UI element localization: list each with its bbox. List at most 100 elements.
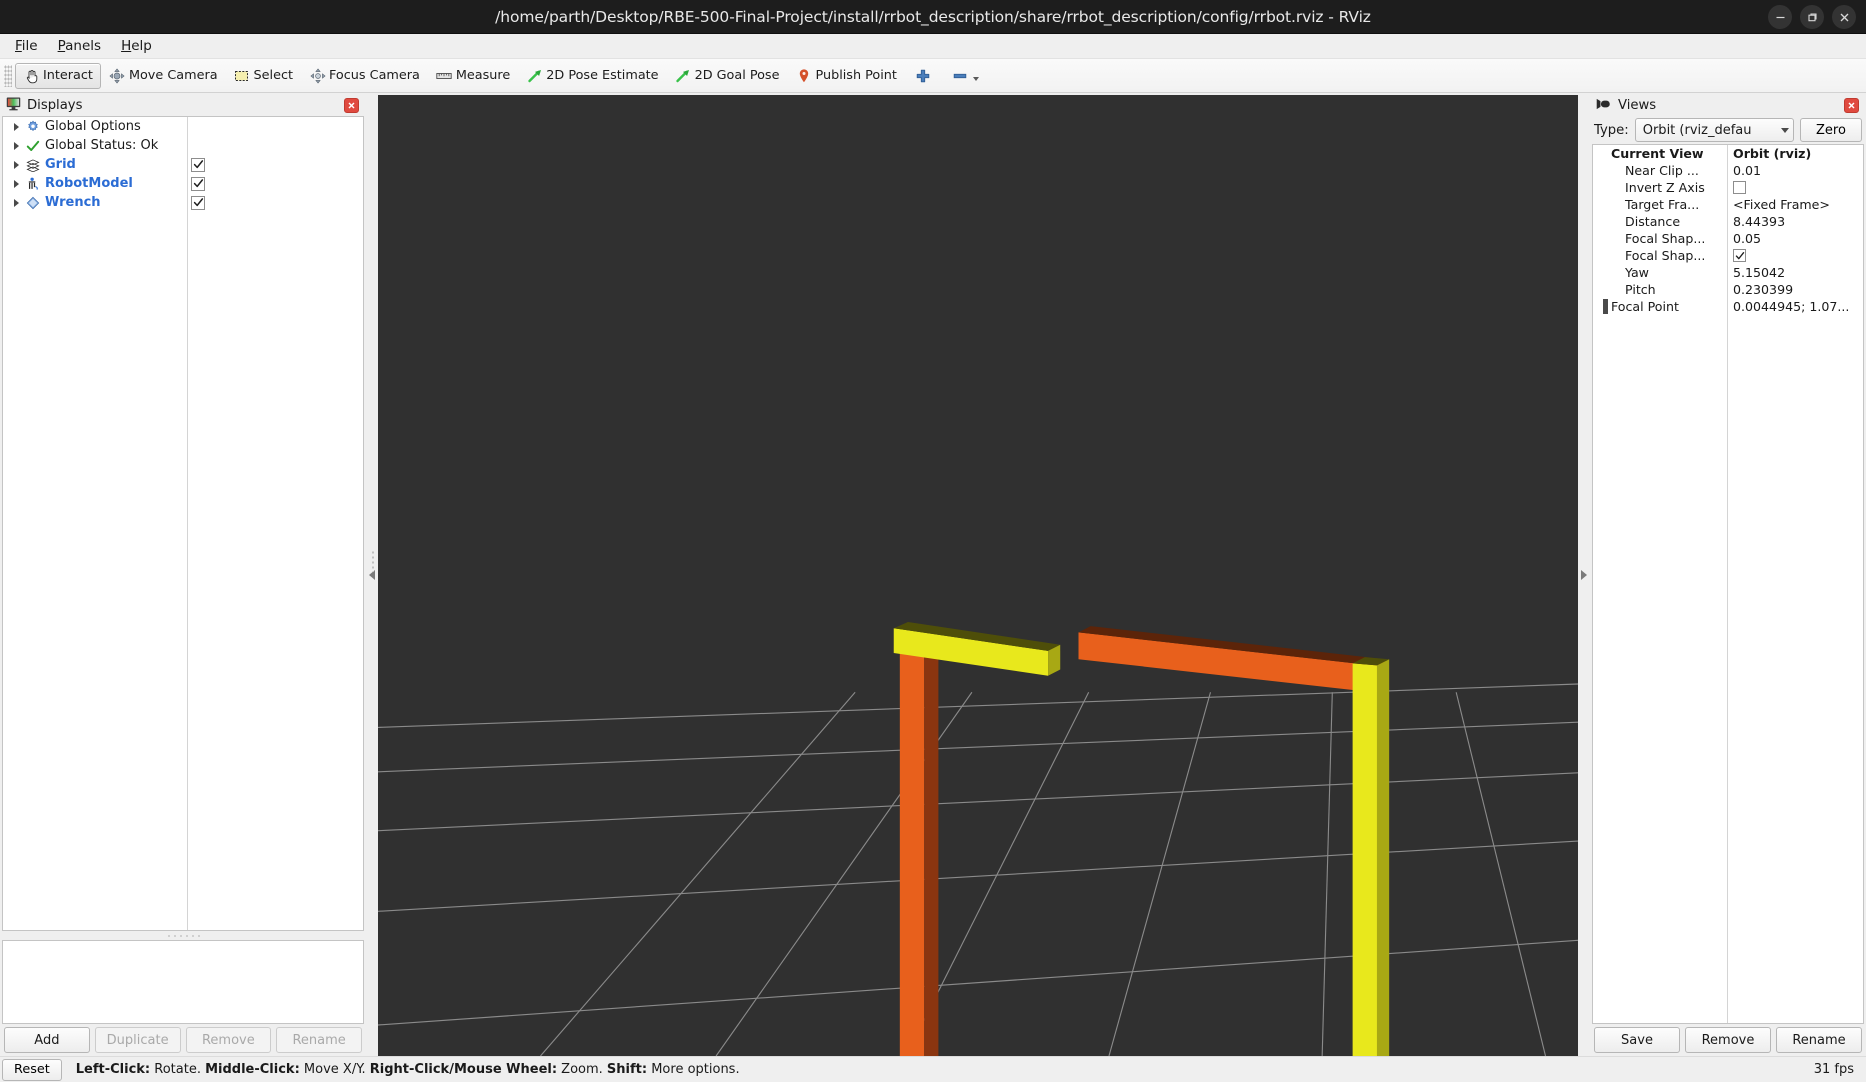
tree-item-global-status[interactable]: Global Status: Ok	[3, 136, 363, 155]
menu-file[interactable]: File	[6, 36, 47, 56]
focal-shape-fixed-checkbox[interactable]	[1733, 249, 1746, 262]
tool-publish-point[interactable]: Publish Point	[787, 63, 904, 89]
tree-item-label: Wrench	[45, 195, 101, 210]
grid-layers-icon	[23, 158, 42, 172]
tree-item-label: RobotModel	[45, 176, 133, 191]
views-row-key: Current View	[1593, 146, 1727, 161]
remove-view-button[interactable]: Remove	[1685, 1027, 1771, 1053]
right-panel-splitter[interactable]	[1578, 93, 1590, 1056]
reset-button[interactable]: Reset	[2, 1058, 62, 1081]
expand-arrow-icon[interactable]	[9, 122, 23, 131]
add-tool-button[interactable]	[905, 63, 942, 89]
tree-item-checkbox[interactable]	[191, 157, 205, 172]
plus-icon	[915, 67, 932, 84]
displays-panel-header: Displays	[2, 95, 364, 116]
remove-display-button[interactable]: Remove	[185, 1027, 272, 1053]
3d-viewport[interactable]	[378, 95, 1578, 1056]
tool-measure[interactable]: Measure	[428, 63, 518, 89]
rename-view-button[interactable]: Rename	[1776, 1027, 1862, 1053]
views-button-row: Save Remove Rename	[1592, 1024, 1864, 1056]
expand-arrow-icon[interactable]	[9, 179, 23, 188]
rename-display-button[interactable]: Rename	[276, 1027, 362, 1053]
display-properties-box[interactable]	[2, 940, 364, 1024]
menu-help[interactable]: Help	[112, 36, 161, 56]
hint-right-click: Right-Click/Mouse Wheel:	[369, 1062, 558, 1077]
toolbar-grip[interactable]	[4, 64, 12, 87]
views-row-near-clip[interactable]: Near Clip ... 0.01	[1593, 162, 1863, 179]
minimize-icon[interactable]	[1768, 5, 1792, 29]
tree-item-checkbox[interactable]	[191, 195, 205, 210]
views-row-focal-shape-size[interactable]: Focal Shap... 0.05	[1593, 230, 1863, 247]
expand-arrow-icon[interactable]	[9, 198, 23, 207]
expand-arrow-icon[interactable]	[9, 160, 23, 169]
zero-button[interactable]: Zero	[1800, 118, 1862, 142]
robot-link-orange-vertical	[899, 646, 925, 1056]
views-panel-header: Views	[1592, 95, 1864, 116]
views-row-target-frame[interactable]: Target Fra... <Fixed Frame>	[1593, 196, 1863, 213]
close-panel-icon[interactable]	[344, 98, 359, 113]
views-row-value: 5.15042	[1733, 265, 1786, 280]
displays-splitter[interactable]	[2, 931, 364, 940]
chevron-down-icon[interactable]	[972, 77, 979, 81]
tool-select[interactable]: Select	[226, 63, 301, 89]
status-hint: Left-Click: Rotate. Middle-Click: Move X…	[76, 1062, 740, 1077]
tree-item-grid[interactable]: Grid	[3, 155, 363, 174]
hint-more-options: More options.	[647, 1062, 740, 1077]
green-arrow-icon	[675, 67, 692, 84]
tree-item-label: Global Options	[45, 119, 141, 134]
views-row-key: Focal Shap...	[1593, 248, 1727, 263]
tool-interact[interactable]: Interact	[15, 62, 101, 89]
tool-2d-pose-estimate[interactable]: 2D Pose Estimate	[518, 63, 666, 89]
views-row-invert-z-axis[interactable]: Invert Z Axis	[1593, 179, 1863, 196]
tool-2d-goal-pose[interactable]: 2D Goal Pose	[667, 63, 788, 89]
robot-icon	[23, 177, 42, 191]
views-row-focal-point[interactable]: Focal Point 0.0044945; 1.07...	[1593, 298, 1863, 315]
tree-item-checkbox[interactable]	[191, 176, 205, 191]
views-row-key: Focal Point	[1593, 299, 1727, 314]
views-row-yaw[interactable]: Yaw 5.15042	[1593, 264, 1863, 281]
tool-2d-pose-estimate-label: 2D Pose Estimate	[546, 68, 659, 83]
close-panel-icon[interactable]	[1844, 98, 1859, 113]
views-key-label: Near Clip ...	[1625, 163, 1699, 178]
tool-move-camera[interactable]: Move Camera	[101, 63, 226, 89]
expand-arrow-icon[interactable]	[9, 141, 23, 150]
views-row-key: Near Clip ...	[1593, 163, 1727, 178]
invert-z-axis-checkbox[interactable]	[1733, 181, 1746, 194]
menu-file-rest: ile	[21, 38, 38, 54]
remove-tool-button[interactable]	[942, 63, 989, 89]
views-panel-title: Views	[1618, 98, 1657, 113]
views-property-tree[interactable]: Current View Orbit (rviz) Near Clip ... …	[1592, 144, 1864, 1024]
left-panel-splitter[interactable]	[366, 93, 378, 1056]
camera-icon	[1596, 97, 1612, 115]
views-key-label: Invert Z Axis	[1625, 180, 1705, 195]
views-key-label: Focal Shap...	[1625, 248, 1706, 263]
duplicate-display-button[interactable]: Duplicate	[94, 1027, 181, 1053]
views-row-distance[interactable]: Distance 8.44393	[1593, 213, 1863, 230]
focus-camera-icon	[309, 67, 326, 84]
collapse-right-icon[interactable]	[1581, 569, 1587, 580]
tool-focus-camera[interactable]: Focus Camera	[301, 63, 428, 89]
save-view-button[interactable]: Save	[1594, 1027, 1680, 1053]
menu-help-rest: elp	[131, 38, 152, 54]
tree-item-wrench[interactable]: Wrench	[3, 193, 363, 212]
menu-panels[interactable]: Panels	[49, 36, 110, 56]
displays-tree[interactable]: Global Options Global Status: Ok Grid Ro…	[2, 116, 364, 931]
restore-icon[interactable]	[1800, 5, 1824, 29]
tree-item-global-options[interactable]: Global Options	[3, 117, 363, 136]
expand-arrow-icon[interactable]	[1597, 299, 1611, 314]
displays-panel-title: Displays	[27, 98, 83, 113]
view-type-label: Type:	[1594, 122, 1629, 138]
views-row-current-view[interactable]: Current View Orbit (rviz)	[1593, 145, 1863, 162]
view-type-combo[interactable]: Orbit (rviz_defau	[1634, 118, 1794, 142]
minus-icon	[952, 67, 969, 84]
menu-bar: File Panels Help	[0, 34, 1866, 59]
close-icon[interactable]	[1832, 5, 1856, 29]
tool-measure-label: Measure	[455, 68, 511, 83]
tree-item-label: Global Status: Ok	[45, 138, 159, 153]
views-row-focal-shape-fixed[interactable]: Focal Shap...	[1593, 247, 1863, 264]
tree-item-robotmodel[interactable]: RobotModel	[3, 174, 363, 193]
add-display-button[interactable]: Add	[4, 1027, 90, 1053]
view-type-value: Orbit (rviz_defau	[1642, 122, 1752, 138]
views-row-pitch[interactable]: Pitch 0.230399	[1593, 281, 1863, 298]
expand-arrow-icon[interactable]	[1597, 146, 1611, 161]
